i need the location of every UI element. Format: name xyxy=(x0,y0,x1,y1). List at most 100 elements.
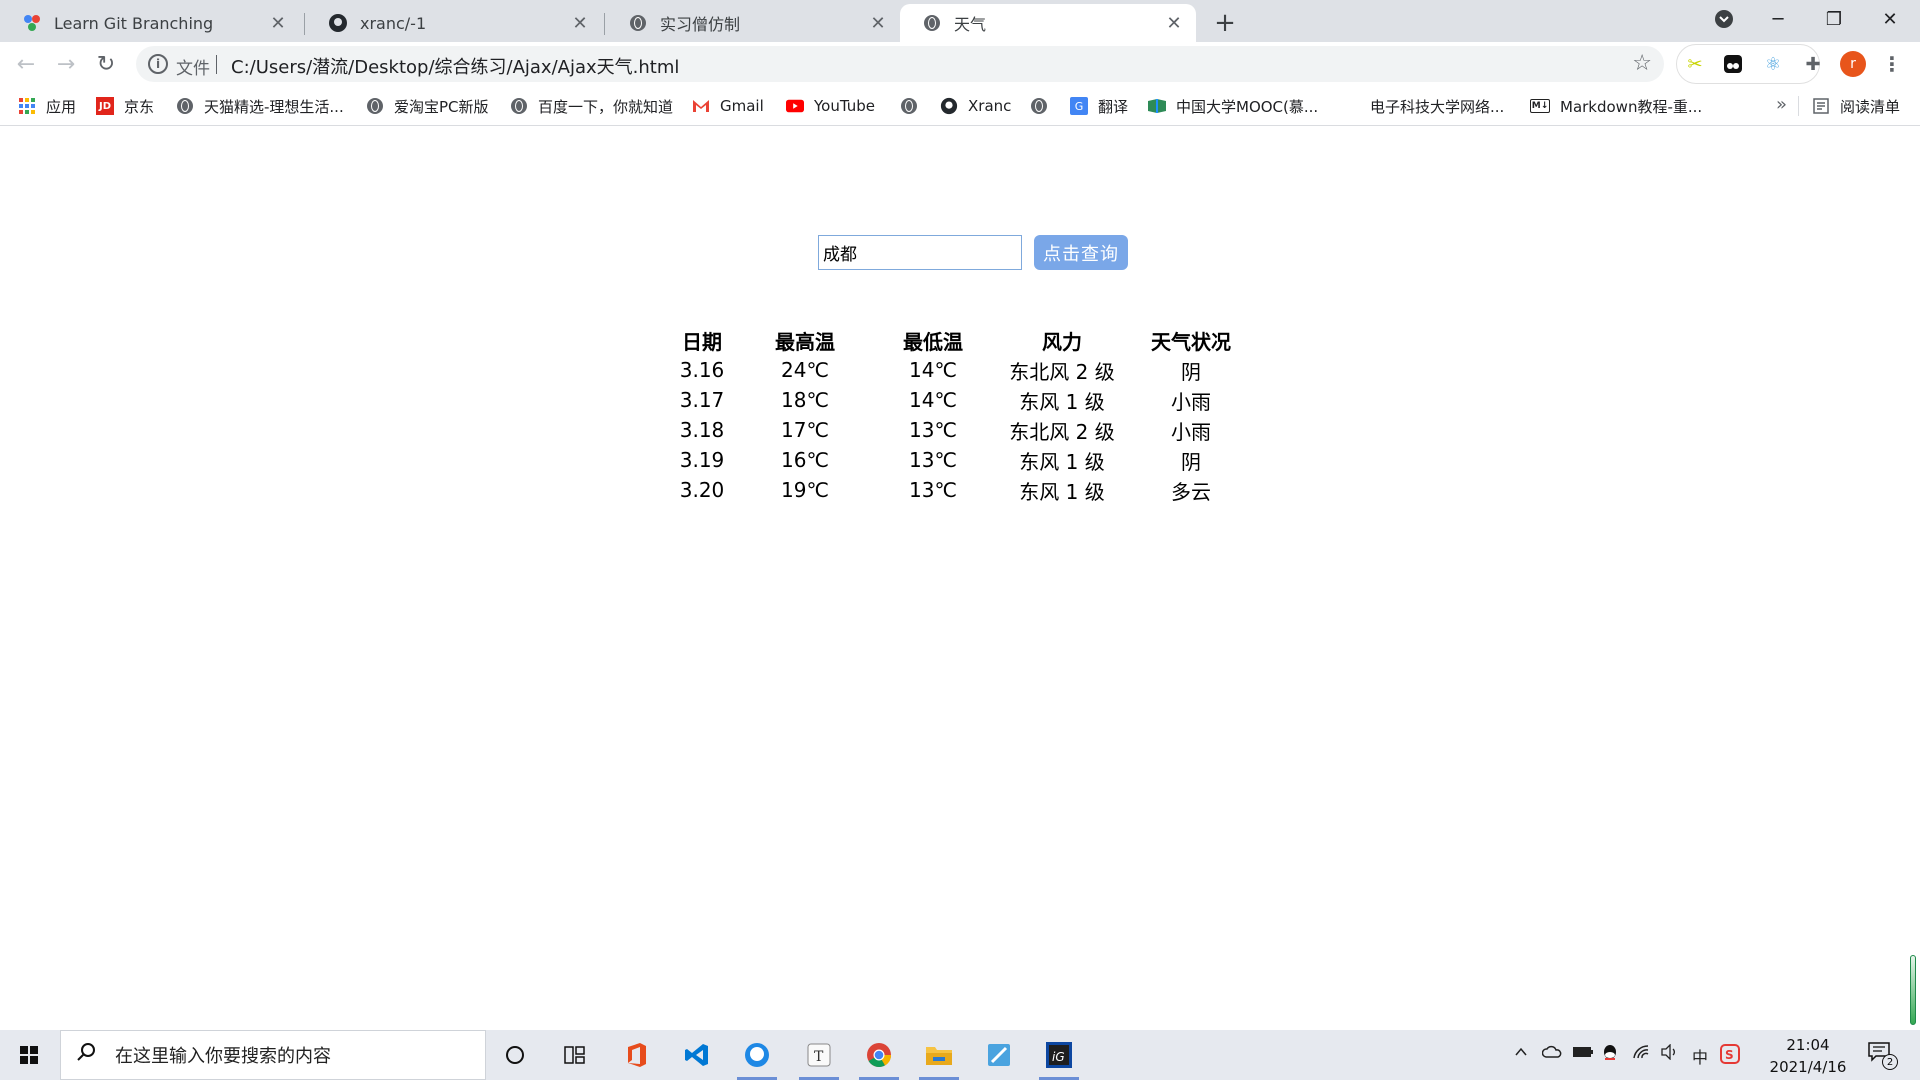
bookmark-xranc[interactable]: Xranc xyxy=(940,94,1011,118)
address-bar[interactable]: i 文件 C:/Users/潜流/Desktop/综合练习/Ajax/Ajax天… xyxy=(136,46,1664,82)
file-explorer-app-icon[interactable] xyxy=(916,1035,962,1080)
bookmark-gmail[interactable]: Gmail xyxy=(692,94,764,118)
cell-condition: 小雨 xyxy=(1171,419,1211,444)
cell-date: 3.17 xyxy=(679,388,725,412)
cell-wind: 东风 1 级 xyxy=(1019,389,1105,414)
jd-icon: JD xyxy=(96,97,114,115)
ime-indicator[interactable]: 中 xyxy=(1692,1044,1708,1068)
onedrive-icon[interactable] xyxy=(1541,1044,1562,1063)
cell-low-temp: 14℃ xyxy=(909,388,957,412)
scroll-indicator[interactable] xyxy=(1910,955,1916,1025)
url-text[interactable]: C:/Users/潜流/Desktop/综合练习/Ajax/Ajax天气.htm… xyxy=(231,53,679,79)
reading-list[interactable]: 阅读清单 xyxy=(1812,94,1900,118)
cell-wind: 东北风 2 级 xyxy=(1009,359,1115,384)
bookmark-globe-1[interactable] xyxy=(900,94,928,118)
forward-button[interactable]: → xyxy=(50,48,82,80)
windows-taskbar: 在这里输入你要搜索的内容 T iG 中 S 21:04 2021/4/16 2 xyxy=(0,1030,1920,1080)
tray-overflow-icon[interactable] xyxy=(1514,1044,1528,1063)
bookmark-uestc[interactable]: 电子科技大学网络... xyxy=(1370,94,1504,118)
taskbar-clock[interactable]: 21:04 2021/4/16 xyxy=(1760,1034,1856,1078)
tab-learn-git-branching[interactable]: Learn Git Branching ✕ xyxy=(0,4,300,42)
bookmark-globe-2[interactable] xyxy=(1030,94,1058,118)
tab-close-icon[interactable]: ✕ xyxy=(868,13,888,34)
cell-date: 3.18 xyxy=(679,418,725,442)
puzzle-extensions-icon[interactable]: ✚ xyxy=(1800,51,1826,77)
globe-icon xyxy=(900,97,918,115)
cell-condition: 阴 xyxy=(1181,449,1201,474)
bookmark-jd[interactable]: JD 京东 xyxy=(96,94,154,118)
tab-close-icon[interactable]: ✕ xyxy=(1164,13,1184,34)
svg-text:iG: iG xyxy=(1052,1050,1065,1064)
minimize-button[interactable]: ─ xyxy=(1750,0,1806,38)
sogou-ime-icon[interactable]: S xyxy=(1720,1044,1740,1068)
bookmark-tmall[interactable]: 天猫精选-理想生活... xyxy=(176,94,344,118)
globe-icon xyxy=(1030,97,1048,115)
tab-weather[interactable]: 天气 ✕ xyxy=(900,4,1196,42)
close-window-button[interactable]: ✕ xyxy=(1862,0,1918,38)
info-icon[interactable]: i xyxy=(148,54,168,74)
globe-icon xyxy=(366,97,384,115)
browser-menu-icon[interactable]: ⋮ xyxy=(1882,51,1902,77)
bookmark-apps[interactable]: 应用 xyxy=(18,94,76,118)
apps-grid-icon xyxy=(18,97,36,115)
tab-close-icon[interactable]: ✕ xyxy=(570,13,590,34)
bookmark-label: 中国大学MOOC(慕... xyxy=(1176,97,1319,116)
typora-app-icon[interactable]: T xyxy=(796,1035,842,1080)
tab-search-button[interactable] xyxy=(1696,0,1752,38)
cell-low-temp: 13℃ xyxy=(909,448,957,472)
bookmark-markdown[interactable]: M↓ Markdown教程-重... xyxy=(1530,94,1702,118)
more-bookmarks-icon[interactable]: » xyxy=(1776,94,1787,115)
cell-date: 3.16 xyxy=(679,358,725,382)
bookmark-youtube[interactable]: YouTube xyxy=(786,94,875,118)
cell-high-temp: 24℃ xyxy=(781,358,829,382)
new-tab-button[interactable]: + xyxy=(1210,8,1240,38)
header-high-temp: 最高温 xyxy=(775,329,835,354)
task-view-icon[interactable] xyxy=(552,1035,598,1075)
bookmark-translate[interactable]: G 翻译 xyxy=(1070,94,1128,118)
tab-shixiseng[interactable]: 实习僧仿制 ✕ xyxy=(606,4,900,42)
volume-icon[interactable] xyxy=(1660,1043,1680,1064)
reading-list-label: 阅读清单 xyxy=(1840,97,1901,116)
bookmark-baidu[interactable]: 百度一下，你就知道 xyxy=(510,94,673,118)
table-row: 3.16 24℃ 14℃ 东北风 2 级 阴 xyxy=(662,355,1256,385)
city-input[interactable] xyxy=(818,235,1022,270)
idea-app-icon[interactable]: iG xyxy=(1036,1035,1082,1080)
table-row: 3.18 17℃ 13℃ 东北风 2 级 小雨 xyxy=(662,415,1256,445)
vscode-app-icon[interactable] xyxy=(674,1035,720,1075)
cell-high-temp: 18℃ xyxy=(781,388,829,412)
query-button[interactable]: 点击查询 xyxy=(1034,235,1128,270)
youtube-icon xyxy=(786,97,804,115)
office-app-icon[interactable] xyxy=(614,1035,660,1075)
qq-browser-app-icon[interactable] xyxy=(734,1035,780,1080)
back-button[interactable]: ← xyxy=(10,48,42,80)
cell-low-temp: 14℃ xyxy=(909,358,957,382)
tab-xranc[interactable]: xranc/-1 ✕ xyxy=(306,4,602,42)
globe-icon xyxy=(176,97,194,115)
reload-button[interactable]: ↻ xyxy=(90,48,122,80)
restore-button[interactable]: ❐ xyxy=(1806,0,1862,38)
bookmark-label: 爱淘宝PC新版 xyxy=(394,97,489,116)
bookmark-aitaobao[interactable]: 爱淘宝PC新版 xyxy=(366,94,489,118)
chrome-app-icon[interactable] xyxy=(856,1035,902,1080)
taskbar-search-box[interactable]: 在这里输入你要搜索的内容 xyxy=(60,1030,486,1080)
battery-icon[interactable] xyxy=(1572,1044,1594,1063)
wifi-icon[interactable] xyxy=(1632,1044,1650,1064)
address-divider xyxy=(216,55,217,74)
search-icon xyxy=(75,1041,115,1069)
tampermonkey-extension-icon[interactable] xyxy=(1720,51,1746,77)
cell-wind: 东风 1 级 xyxy=(1019,449,1105,474)
start-button[interactable] xyxy=(0,1030,58,1080)
bookmark-mooc[interactable]: 中国大学MOOC(慕... xyxy=(1148,94,1318,118)
cortana-icon[interactable] xyxy=(492,1035,538,1075)
paint-app-icon[interactable] xyxy=(976,1035,1022,1075)
globe-icon xyxy=(628,13,648,33)
profile-avatar[interactable]: r xyxy=(1840,51,1866,77)
react-devtools-icon[interactable]: ⚛ xyxy=(1760,51,1786,77)
tab-title: 实习僧仿制 xyxy=(660,15,741,34)
notification-center-icon[interactable]: 2 xyxy=(1868,1042,1898,1070)
tab-close-icon[interactable]: ✕ xyxy=(268,13,288,34)
clock-time: 21:04 xyxy=(1786,1036,1830,1054)
scissors-extension-icon[interactable]: ✂ xyxy=(1682,51,1708,77)
bookmark-star-icon[interactable]: ☆ xyxy=(1632,51,1652,76)
qq-tray-icon[interactable] xyxy=(1602,1044,1618,1066)
